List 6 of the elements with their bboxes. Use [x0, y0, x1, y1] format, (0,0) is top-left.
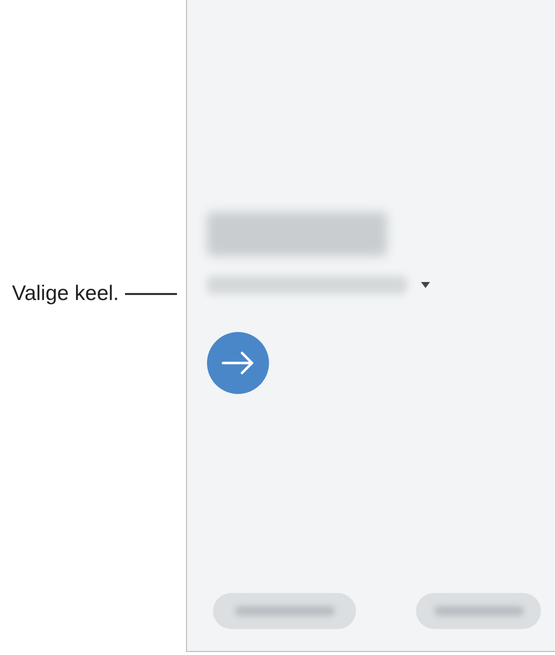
blurred-button[interactable] [416, 593, 541, 629]
caret-icon [421, 282, 430, 288]
blurred-button[interactable] [213, 593, 356, 629]
callout-label: Valige keel. [12, 282, 120, 306]
leader-line [125, 293, 178, 295]
arrow-button[interactable] [207, 332, 269, 394]
